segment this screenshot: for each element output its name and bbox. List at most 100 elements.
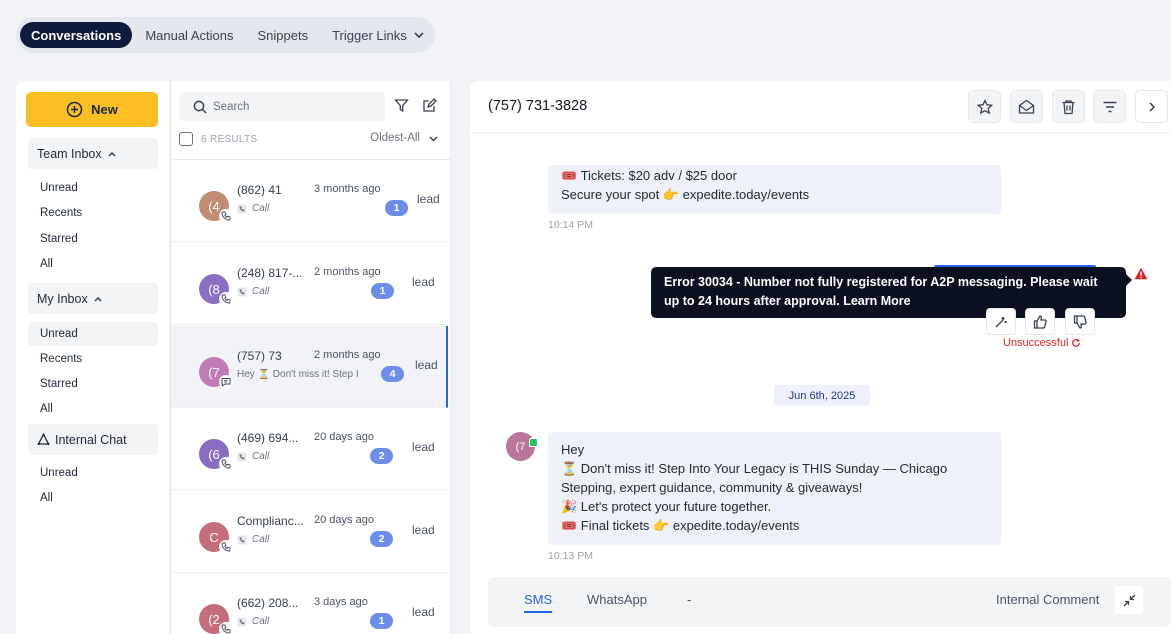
internal-chat-label: Internal Chat xyxy=(55,432,127,447)
conversation-row[interactable]: (4 (862) 41 3 months ago Call 1 lead xyxy=(171,160,448,242)
star-button[interactable] xyxy=(968,90,1001,123)
last-message-preview: Hey ⏳ Don't miss it! Step I xyxy=(237,369,367,380)
last-message-preview: Call xyxy=(237,451,269,462)
contact-name: (862) 41 xyxy=(237,183,282,197)
contact-tag: lead xyxy=(412,523,435,537)
delete-button[interactable] xyxy=(1052,90,1085,123)
my-inbox-toggle[interactable]: My Inbox xyxy=(28,283,158,314)
unread-count-badge: 2 xyxy=(370,531,393,547)
internal-chat-all[interactable]: All xyxy=(28,486,158,510)
chevron-up-icon xyxy=(108,151,116,157)
tab-conversations[interactable]: Conversations xyxy=(20,22,133,48)
message-timestamp: 10:13 PM xyxy=(548,550,593,562)
contact-tag: lead xyxy=(412,440,435,454)
ai-suggest-button[interactable] xyxy=(986,308,1016,335)
call-type-icon xyxy=(237,452,247,461)
tab-manual-actions[interactable]: Manual Actions xyxy=(134,22,244,48)
preview-text: Hey ⏳ Don't miss it! Step I xyxy=(237,369,359,380)
contact-tag: lead xyxy=(417,192,440,206)
message-bubble-outbound: 🎟️ Tickets: $20 adv / $25 door Secure yo… xyxy=(548,165,1001,214)
unread-count-badge: 4 xyxy=(381,366,404,382)
sparkle-icon xyxy=(995,316,1007,327)
team-inbox-label: Team Inbox xyxy=(37,146,102,161)
unread-count-badge: 1 xyxy=(371,283,394,299)
filter-messages-button[interactable] xyxy=(1093,90,1126,123)
thumbs-down-button[interactable] xyxy=(1065,308,1095,335)
conversation-row[interactable]: (6 (469) 694... 20 days ago Call 2 lead xyxy=(171,408,448,490)
last-activity-time: 2 months ago xyxy=(314,266,381,278)
unread-count-badge: 1 xyxy=(370,613,393,629)
results-bar: 6 RESULTS Oldest-All xyxy=(179,132,445,146)
date-divider: Jun 6th, 2025 xyxy=(774,385,870,406)
channel-badge xyxy=(219,292,233,306)
composer-tab-sms[interactable]: SMS xyxy=(524,592,553,613)
contact-name: (757) 73 xyxy=(237,349,282,363)
sort-dropdown[interactable]: Oldest-All xyxy=(370,132,439,144)
conversation-row[interactable]: (7 (757) 73 2 months ago Hey ⏳ Don't miss i… xyxy=(171,326,448,408)
team-inbox-starred[interactable]: Starred xyxy=(28,227,158,251)
sort-label: Oldest-All xyxy=(370,132,420,144)
my-inbox-all[interactable]: All xyxy=(28,397,158,421)
trash-icon xyxy=(1062,99,1075,114)
search-icon xyxy=(193,100,207,114)
phone-icon xyxy=(221,211,231,221)
last-activity-time: 3 months ago xyxy=(314,183,381,195)
my-inbox-starred[interactable]: Starred xyxy=(28,372,158,396)
channel-badge xyxy=(219,375,233,389)
select-all-checkbox[interactable] xyxy=(179,132,193,146)
chat-icon xyxy=(221,378,231,387)
message-bubble-inbound: Hey ⏳ Don't miss it! Step Into Your Lega… xyxy=(548,432,1001,545)
search-input[interactable]: Search xyxy=(179,92,385,121)
tab-trigger-links[interactable]: Trigger Links xyxy=(321,22,436,48)
thumbs-up-button[interactable] xyxy=(1025,308,1055,335)
message-line: Hey xyxy=(561,442,585,457)
team-inbox-toggle[interactable]: Team Inbox xyxy=(28,138,158,169)
team-inbox-recents[interactable]: Recents xyxy=(28,201,158,225)
message-line: 🎟️ Tickets: $20 adv / $25 door xyxy=(561,168,737,183)
phone-icon xyxy=(221,459,231,469)
compose-icon[interactable] xyxy=(422,98,437,113)
preview-text: Call xyxy=(252,203,270,214)
filter-icon[interactable] xyxy=(394,98,409,113)
thumbs-down-icon xyxy=(1073,314,1087,329)
tab-snippets[interactable]: Snippets xyxy=(246,22,319,48)
call-type-icon xyxy=(237,617,247,626)
internal-chat-toggle[interactable]: Internal Chat xyxy=(28,424,158,455)
new-button[interactable]: New xyxy=(26,92,158,127)
conversation-row[interactable]: (8 (248) 817-... 2 months ago Call 1 lead xyxy=(171,243,448,325)
my-inbox-unread[interactable]: Unread xyxy=(28,322,158,346)
new-chat-icon xyxy=(66,101,83,118)
unread-count-badge: 2 xyxy=(370,448,393,464)
composer-tab-other[interactable]: - xyxy=(687,592,691,607)
internal-chat-icon xyxy=(37,433,50,446)
team-inbox-all[interactable]: All xyxy=(28,252,158,276)
inbox-sidebar: New Team Inbox Unread Recents Starred Al… xyxy=(16,81,169,634)
message-line: Stepping, expert guidance, community & g… xyxy=(561,480,863,495)
expand-details-button[interactable] xyxy=(1135,90,1168,123)
channel-badge xyxy=(219,457,233,471)
composer-tab-whatsapp[interactable]: WhatsApp xyxy=(587,592,647,607)
star-icon xyxy=(976,98,993,114)
warning-icon[interactable] xyxy=(1134,267,1148,280)
search-placeholder: Search xyxy=(213,100,250,113)
contact-tag: lead xyxy=(415,358,438,372)
last-activity-time: 20 days ago xyxy=(314,431,374,443)
my-inbox-recents[interactable]: Recents xyxy=(28,347,158,371)
message-line: 🎉 Let's protect your future together. xyxy=(561,499,772,514)
call-type-icon xyxy=(237,535,247,544)
conversation-row[interactable]: C Complianc... 20 days ago Call 2 lead xyxy=(171,491,448,573)
internal-chat-unread[interactable]: Unread xyxy=(28,461,158,485)
retry-icon[interactable] xyxy=(1071,338,1081,348)
contact-name: (469) 694... xyxy=(237,431,299,445)
expand-composer-button[interactable] xyxy=(1115,586,1143,614)
conversation-row[interactable]: (2 (662) 208... 3 days ago Call 1 lead xyxy=(171,573,448,634)
team-inbox-unread[interactable]: Unread xyxy=(28,176,158,200)
last-message-preview: Call xyxy=(237,286,269,297)
conversation-list-panel: Search 6 RESULTS Oldest-All (4 (862) 41 3 … xyxy=(170,81,451,634)
chevron-down-icon xyxy=(414,32,424,39)
channel-badge xyxy=(219,622,233,634)
thumbs-up-icon xyxy=(1033,314,1047,329)
conversation-panel: (757) 731-3828 🎟️ Tickets: $20 adv / $25… xyxy=(470,81,1171,634)
composer-tab-internal-comment[interactable]: Internal Comment xyxy=(996,592,1099,607)
mark-unread-button[interactable] xyxy=(1010,90,1043,123)
